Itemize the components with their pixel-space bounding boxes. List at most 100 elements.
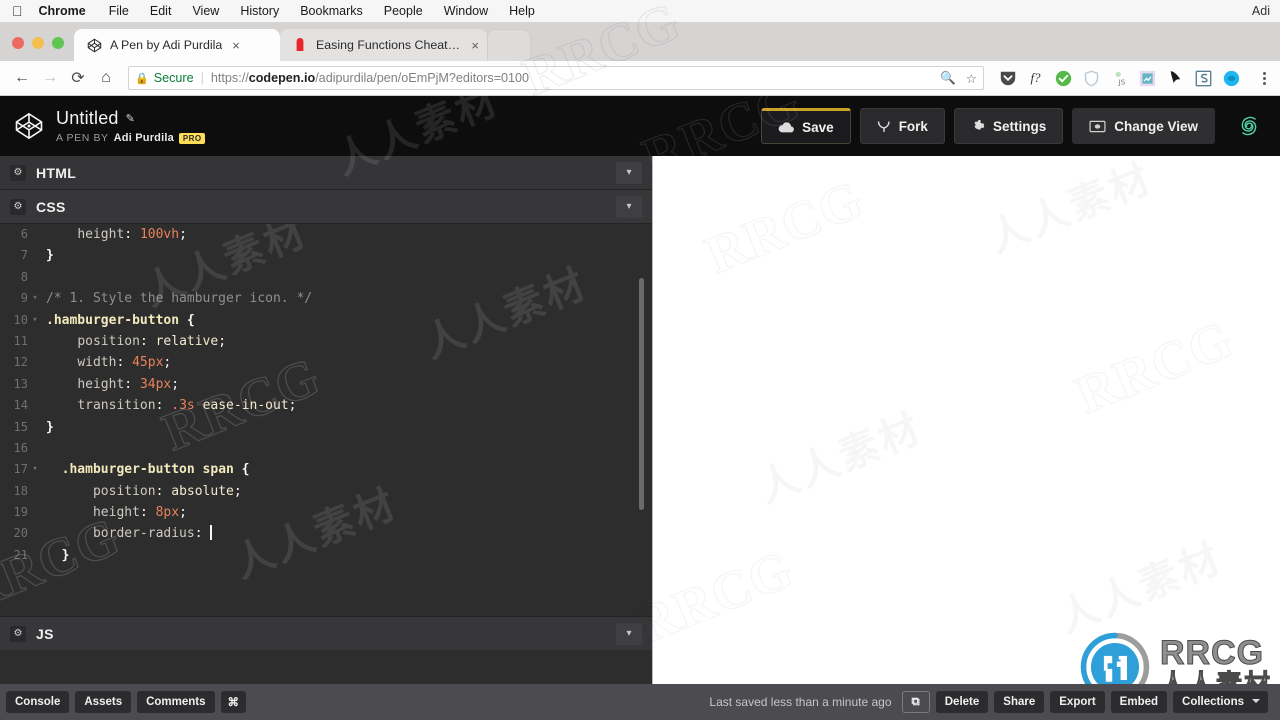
css-code-editor[interactable]: 6 height: 100vh; 7} 8 9 ▾/* 1. Style the ham… [0, 224, 652, 669]
line-number: 7 [20, 248, 28, 263]
menu-item-history[interactable]: History [240, 4, 279, 18]
open-external-button[interactable]: ⧉ [901, 691, 930, 713]
reload-icon[interactable]: ⟳ [64, 64, 92, 92]
change-view-button[interactable]: Change View [1072, 108, 1215, 144]
pane-header-js[interactable]: ⚙ JS ▾ [0, 616, 652, 650]
maximize-window-button[interactable] [52, 37, 64, 49]
shield-icon[interactable] [1082, 69, 1101, 88]
gear-icon[interactable]: ⚙ [10, 198, 26, 215]
chevron-down-icon[interactable]: ▾ [616, 161, 642, 184]
browser-tab-inactive[interactable]: Easing Functions Cheat Sheet × [280, 29, 487, 61]
code-line[interactable]: 7} [0, 245, 652, 266]
close-window-button[interactable] [12, 37, 24, 49]
code-line[interactable]: 6 height: 100vh; [0, 224, 652, 245]
gear-icon[interactable]: ⚙ [10, 164, 26, 181]
code-line[interactable]: 13 height: 34px; [0, 374, 652, 395]
settings-button[interactable]: Settings [953, 108, 1064, 144]
code-line[interactable]: 9 ▾ /* 1. Style the hamburger icon. */ [0, 288, 652, 309]
forward-icon[interactable]: → [36, 64, 64, 92]
menu-item-edit[interactable]: Edit [150, 4, 172, 18]
menu-item-view[interactable]: View [192, 4, 219, 18]
code-line[interactable]: 21 } [0, 545, 652, 566]
kebab-menu-icon[interactable] [1256, 71, 1272, 85]
new-tab-button[interactable] [487, 29, 531, 61]
chevron-down-icon[interactable]: ▾ [616, 195, 642, 218]
star-icon[interactable]: ☆ [966, 71, 977, 86]
fold-marker-icon[interactable]: ▾ [30, 288, 40, 309]
page-title[interactable]: Untitled ✎ [56, 108, 205, 129]
code-token: : [155, 398, 172, 414]
home-icon[interactable]: ⌂ [92, 64, 120, 92]
spiral-icon[interactable] [1234, 111, 1264, 141]
menu-item-people[interactable]: People [384, 4, 423, 18]
gear-icon [971, 119, 985, 133]
menu-item-file[interactable]: File [109, 4, 129, 18]
code-line[interactable]: 16 [0, 438, 652, 459]
s-icon[interactable] [1194, 69, 1213, 88]
code-line[interactable]: 19 height: 8px; [0, 502, 652, 523]
code-text: } [40, 245, 54, 266]
back-icon[interactable]: ← [8, 64, 36, 92]
code-line[interactable]: 14 transition: .3s ease-in-out; [0, 395, 652, 416]
fold-marker-icon[interactable]: ▾ [30, 459, 40, 480]
delete-button[interactable]: Delete [935, 691, 989, 713]
menu-item-window[interactable]: Window [444, 4, 488, 18]
close-icon[interactable]: × [471, 39, 479, 52]
minimize-window-button[interactable] [32, 37, 44, 49]
browser-tab-active[interactable]: A Pen by Adi Purdila × [74, 29, 280, 61]
code-token: border-radius [92, 526, 195, 542]
code-token: : [155, 483, 172, 499]
code-line[interactable]: 20 border-radius: [0, 523, 652, 544]
code-line[interactable]: 12 width: 45px; [0, 352, 652, 373]
codepen-logo-icon[interactable] [14, 111, 44, 141]
export-button[interactable]: Export [1050, 691, 1105, 713]
font-inspector-icon[interactable]: f? [1026, 69, 1045, 88]
check-circle-icon[interactable] [1054, 69, 1073, 88]
shortcuts-button[interactable]: ⌘ [220, 691, 247, 713]
image-icon[interactable] [1138, 69, 1157, 88]
comments-button[interactable]: Comments [137, 691, 215, 713]
pencil-icon[interactable]: ✎ [126, 112, 135, 125]
js-toggle-icon[interactable]: JS [1110, 69, 1129, 88]
address-bar[interactable]: 🔒 Secure | https://codepen.io/adipurdila… [128, 66, 984, 90]
gear-icon[interactable]: ⚙ [10, 625, 26, 642]
code-text: position: absolute; [40, 481, 242, 502]
pane-header-css[interactable]: ⚙ CSS ▾ [0, 190, 652, 224]
pen-tool-icon[interactable] [1166, 69, 1185, 88]
code-line[interactable]: 8 [0, 267, 652, 288]
code-line[interactable]: 10 ▾ .hamburger-button { [0, 310, 652, 331]
chevron-down-icon[interactable]: ▾ [616, 622, 642, 645]
code-line[interactable]: 17 ▾ .hamburger-button span { [0, 459, 652, 480]
code-line[interactable]: 11 position: relative; [0, 331, 652, 352]
fork-button[interactable]: Fork [859, 108, 945, 144]
pen-author[interactable]: Adi Purdila [114, 132, 174, 144]
zoom-out-icon[interactable]: 🔍 [940, 71, 956, 86]
fold-marker-icon[interactable]: ▾ [30, 310, 40, 331]
save-button[interactable]: Save [761, 108, 851, 144]
header-actions: Save Fork Settings Change View [761, 108, 1280, 144]
share-button[interactable]: Share [994, 691, 1045, 713]
preview-pane[interactable]: RRCG 人人素材 RRCG 人人素材 RRCG 人人素材 [627, 156, 1280, 684]
console-button[interactable]: Console [6, 691, 70, 713]
code-lines[interactable]: 6 height: 100vh; 7} 8 9 ▾/* 1. Style the ham… [0, 224, 652, 566]
menu-item-chrome[interactable]: Chrome [39, 4, 86, 18]
pocket-icon[interactable] [998, 69, 1017, 88]
menu-item-bookmarks[interactable]: Bookmarks [300, 4, 363, 18]
code-token: ; [233, 483, 242, 499]
code-line[interactable]: 15} [0, 417, 652, 438]
menu-bar-user[interactable]: Adi [1252, 4, 1270, 18]
vertical-scrollbar[interactable] [639, 278, 644, 510]
collections-button[interactable]: Collections [1173, 691, 1268, 713]
line-number: 17 [13, 462, 28, 477]
embed-button[interactable]: Embed [1110, 691, 1168, 713]
pane-header-html[interactable]: ⚙ HTML ▾ [0, 156, 652, 190]
menu-item-help[interactable]: Help [509, 4, 535, 18]
secure-label: Secure [153, 71, 194, 85]
apple-icon[interactable]:  [12, 4, 23, 18]
close-icon[interactable]: × [232, 39, 240, 52]
blue-circle-icon[interactable] [1222, 69, 1241, 88]
code-line[interactable]: 18 position: absolute; [0, 481, 652, 502]
assets-button[interactable]: Assets [75, 691, 132, 713]
